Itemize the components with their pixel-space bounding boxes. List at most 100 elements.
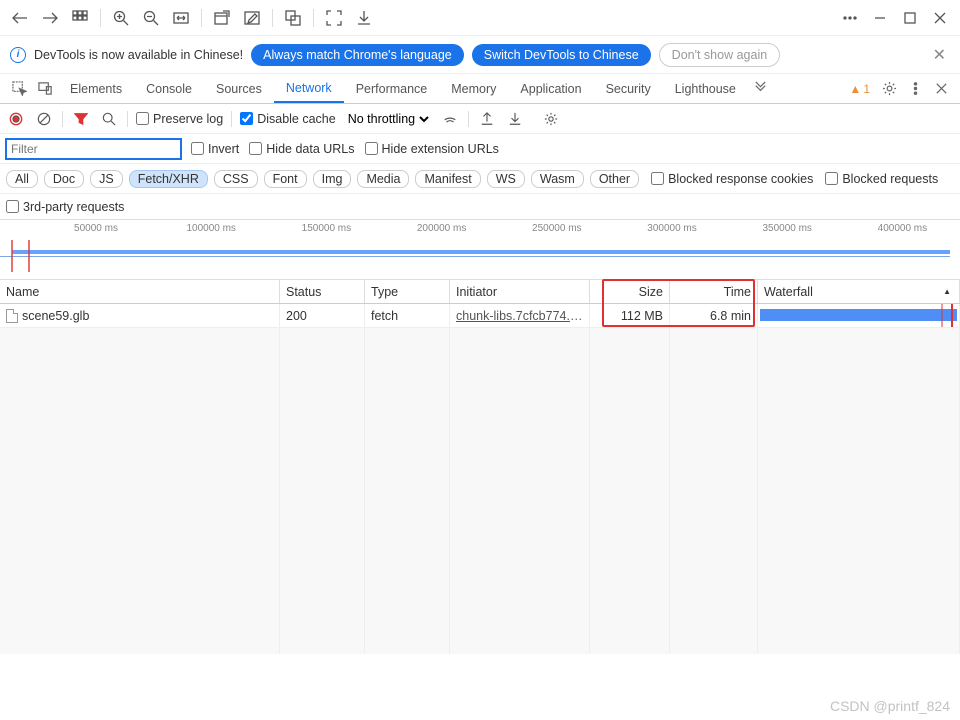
header-type[interactable]: Type [365,280,450,303]
filter-input[interactable] [6,139,181,159]
apps-icon[interactable] [66,4,94,32]
dont-show-button[interactable]: Don't show again [659,43,781,67]
tick-label: 350000 ms [762,223,811,234]
tab-security[interactable]: Security [594,76,663,102]
hide-data-urls-checkbox[interactable]: Hide data URLs [249,142,354,156]
record-button[interactable] [6,109,26,129]
network-table-body: scene59.glb 200 fetch chunk-libs.7cfcb77… [0,304,960,654]
chip-doc[interactable]: Doc [44,170,84,188]
import-har-icon[interactable] [505,109,525,129]
copy-button[interactable] [279,4,307,32]
chip-media[interactable]: Media [357,170,409,188]
window-toolbar [0,0,960,36]
blocked-requests-checkbox[interactable]: Blocked requests [825,172,938,186]
info-bar: i DevTools is now available in Chinese! … [0,36,960,74]
warnings-badge[interactable]: ▲ 1 [849,82,870,96]
kebab-menu-icon[interactable] [902,76,928,102]
hide-extension-urls-checkbox[interactable]: Hide extension URLs [365,142,499,156]
tick-label: 200000 ms [417,223,466,234]
tab-lighthouse[interactable]: Lighthouse [663,76,748,102]
chip-all[interactable]: All [6,170,38,188]
clear-button[interactable] [34,109,54,129]
cell-name: scene59.glb [22,309,89,323]
maximize-button[interactable] [896,4,924,32]
tick-label: 50000 ms [74,223,118,234]
close-window-button[interactable] [926,4,954,32]
new-tab-button[interactable] [208,4,236,32]
chip-font[interactable]: Font [264,170,307,188]
tab-network[interactable]: Network [274,75,344,103]
device-toggle-icon[interactable] [32,76,58,102]
header-name[interactable]: Name [0,280,280,303]
network-table-header: Name Status Type Initiator Size Time Wat… [0,280,960,304]
tab-sources[interactable]: Sources [204,76,274,102]
export-har-icon[interactable] [477,109,497,129]
fit-width-button[interactable] [167,4,195,32]
fullscreen-button[interactable] [320,4,348,32]
header-status[interactable]: Status [280,280,365,303]
third-party-row: 3rd-party requests [0,194,960,220]
cell-waterfall [758,304,960,327]
tab-performance[interactable]: Performance [344,76,440,102]
back-button[interactable] [6,4,34,32]
header-waterfall[interactable]: Waterfall▲ [758,280,960,303]
tab-elements[interactable]: Elements [58,76,134,102]
tab-application[interactable]: Application [508,76,593,102]
tick-label: 150000 ms [302,223,351,234]
header-time[interactable]: Time [670,280,758,303]
tick-label: 400000 ms [878,223,927,234]
separator [201,9,202,27]
tick-label: 100000 ms [186,223,235,234]
blocked-cookies-checkbox[interactable]: Blocked response cookies [651,172,813,186]
search-icon[interactable] [99,109,119,129]
file-icon [6,309,18,323]
info-icon: i [10,47,26,63]
table-row[interactable]: scene59.glb 200 fetch chunk-libs.7cfcb77… [0,304,960,328]
cell-time: 6.8 min [670,304,758,327]
throttling-select[interactable]: No throttling [344,111,432,127]
header-size[interactable]: Size [590,280,670,303]
tick-label: 250000 ms [532,223,581,234]
timeline-overview[interactable]: 50000 ms 100000 ms 150000 ms 200000 ms 2… [0,220,960,280]
chip-css[interactable]: CSS [214,170,258,188]
switch-language-button[interactable]: Switch DevTools to Chinese [472,44,651,66]
devtools-tabs: Elements Console Sources Network Perform… [0,74,960,104]
minimize-button[interactable] [866,4,894,32]
chip-fetch-xhr[interactable]: Fetch/XHR [129,170,208,188]
tab-memory[interactable]: Memory [439,76,508,102]
zoom-out-button[interactable] [137,4,165,32]
download-button[interactable] [350,4,378,32]
inspect-element-icon[interactable] [6,76,32,102]
info-text: DevTools is now available in Chinese! [34,48,243,62]
separator [313,9,314,27]
settings-icon[interactable] [876,76,902,102]
cell-initiator[interactable]: chunk-libs.7cfcb774.j… [456,309,583,323]
forward-button[interactable] [36,4,64,32]
chip-wasm[interactable]: Wasm [531,170,584,188]
header-initiator[interactable]: Initiator [450,280,590,303]
cell-status: 200 [280,304,365,327]
chip-img[interactable]: Img [313,170,352,188]
more-button[interactable] [836,4,864,32]
disable-cache-checkbox[interactable]: Disable cache [240,112,336,126]
edit-button[interactable] [238,4,266,32]
third-party-checkbox[interactable]: 3rd-party requests [6,200,124,214]
close-infobar-button[interactable]: ✕ [929,41,950,69]
chip-ws[interactable]: WS [487,170,525,188]
chip-js[interactable]: JS [90,170,123,188]
chip-manifest[interactable]: Manifest [415,170,480,188]
network-conditions-icon[interactable] [440,109,460,129]
tab-console[interactable]: Console [134,76,204,102]
network-toolbar: Preserve log Disable cache No throttling [0,104,960,134]
invert-checkbox[interactable]: Invert [191,142,239,156]
close-devtools-button[interactable] [928,76,954,102]
sort-asc-icon: ▲ [943,287,951,296]
more-tabs-icon[interactable] [748,76,774,102]
network-settings-icon[interactable] [541,109,561,129]
preserve-log-checkbox[interactable]: Preserve log [136,112,223,126]
chip-other[interactable]: Other [590,170,639,188]
zoom-in-button[interactable] [107,4,135,32]
filter-toggle-icon[interactable] [71,109,91,129]
match-language-button[interactable]: Always match Chrome's language [251,44,464,66]
separator [272,9,273,27]
